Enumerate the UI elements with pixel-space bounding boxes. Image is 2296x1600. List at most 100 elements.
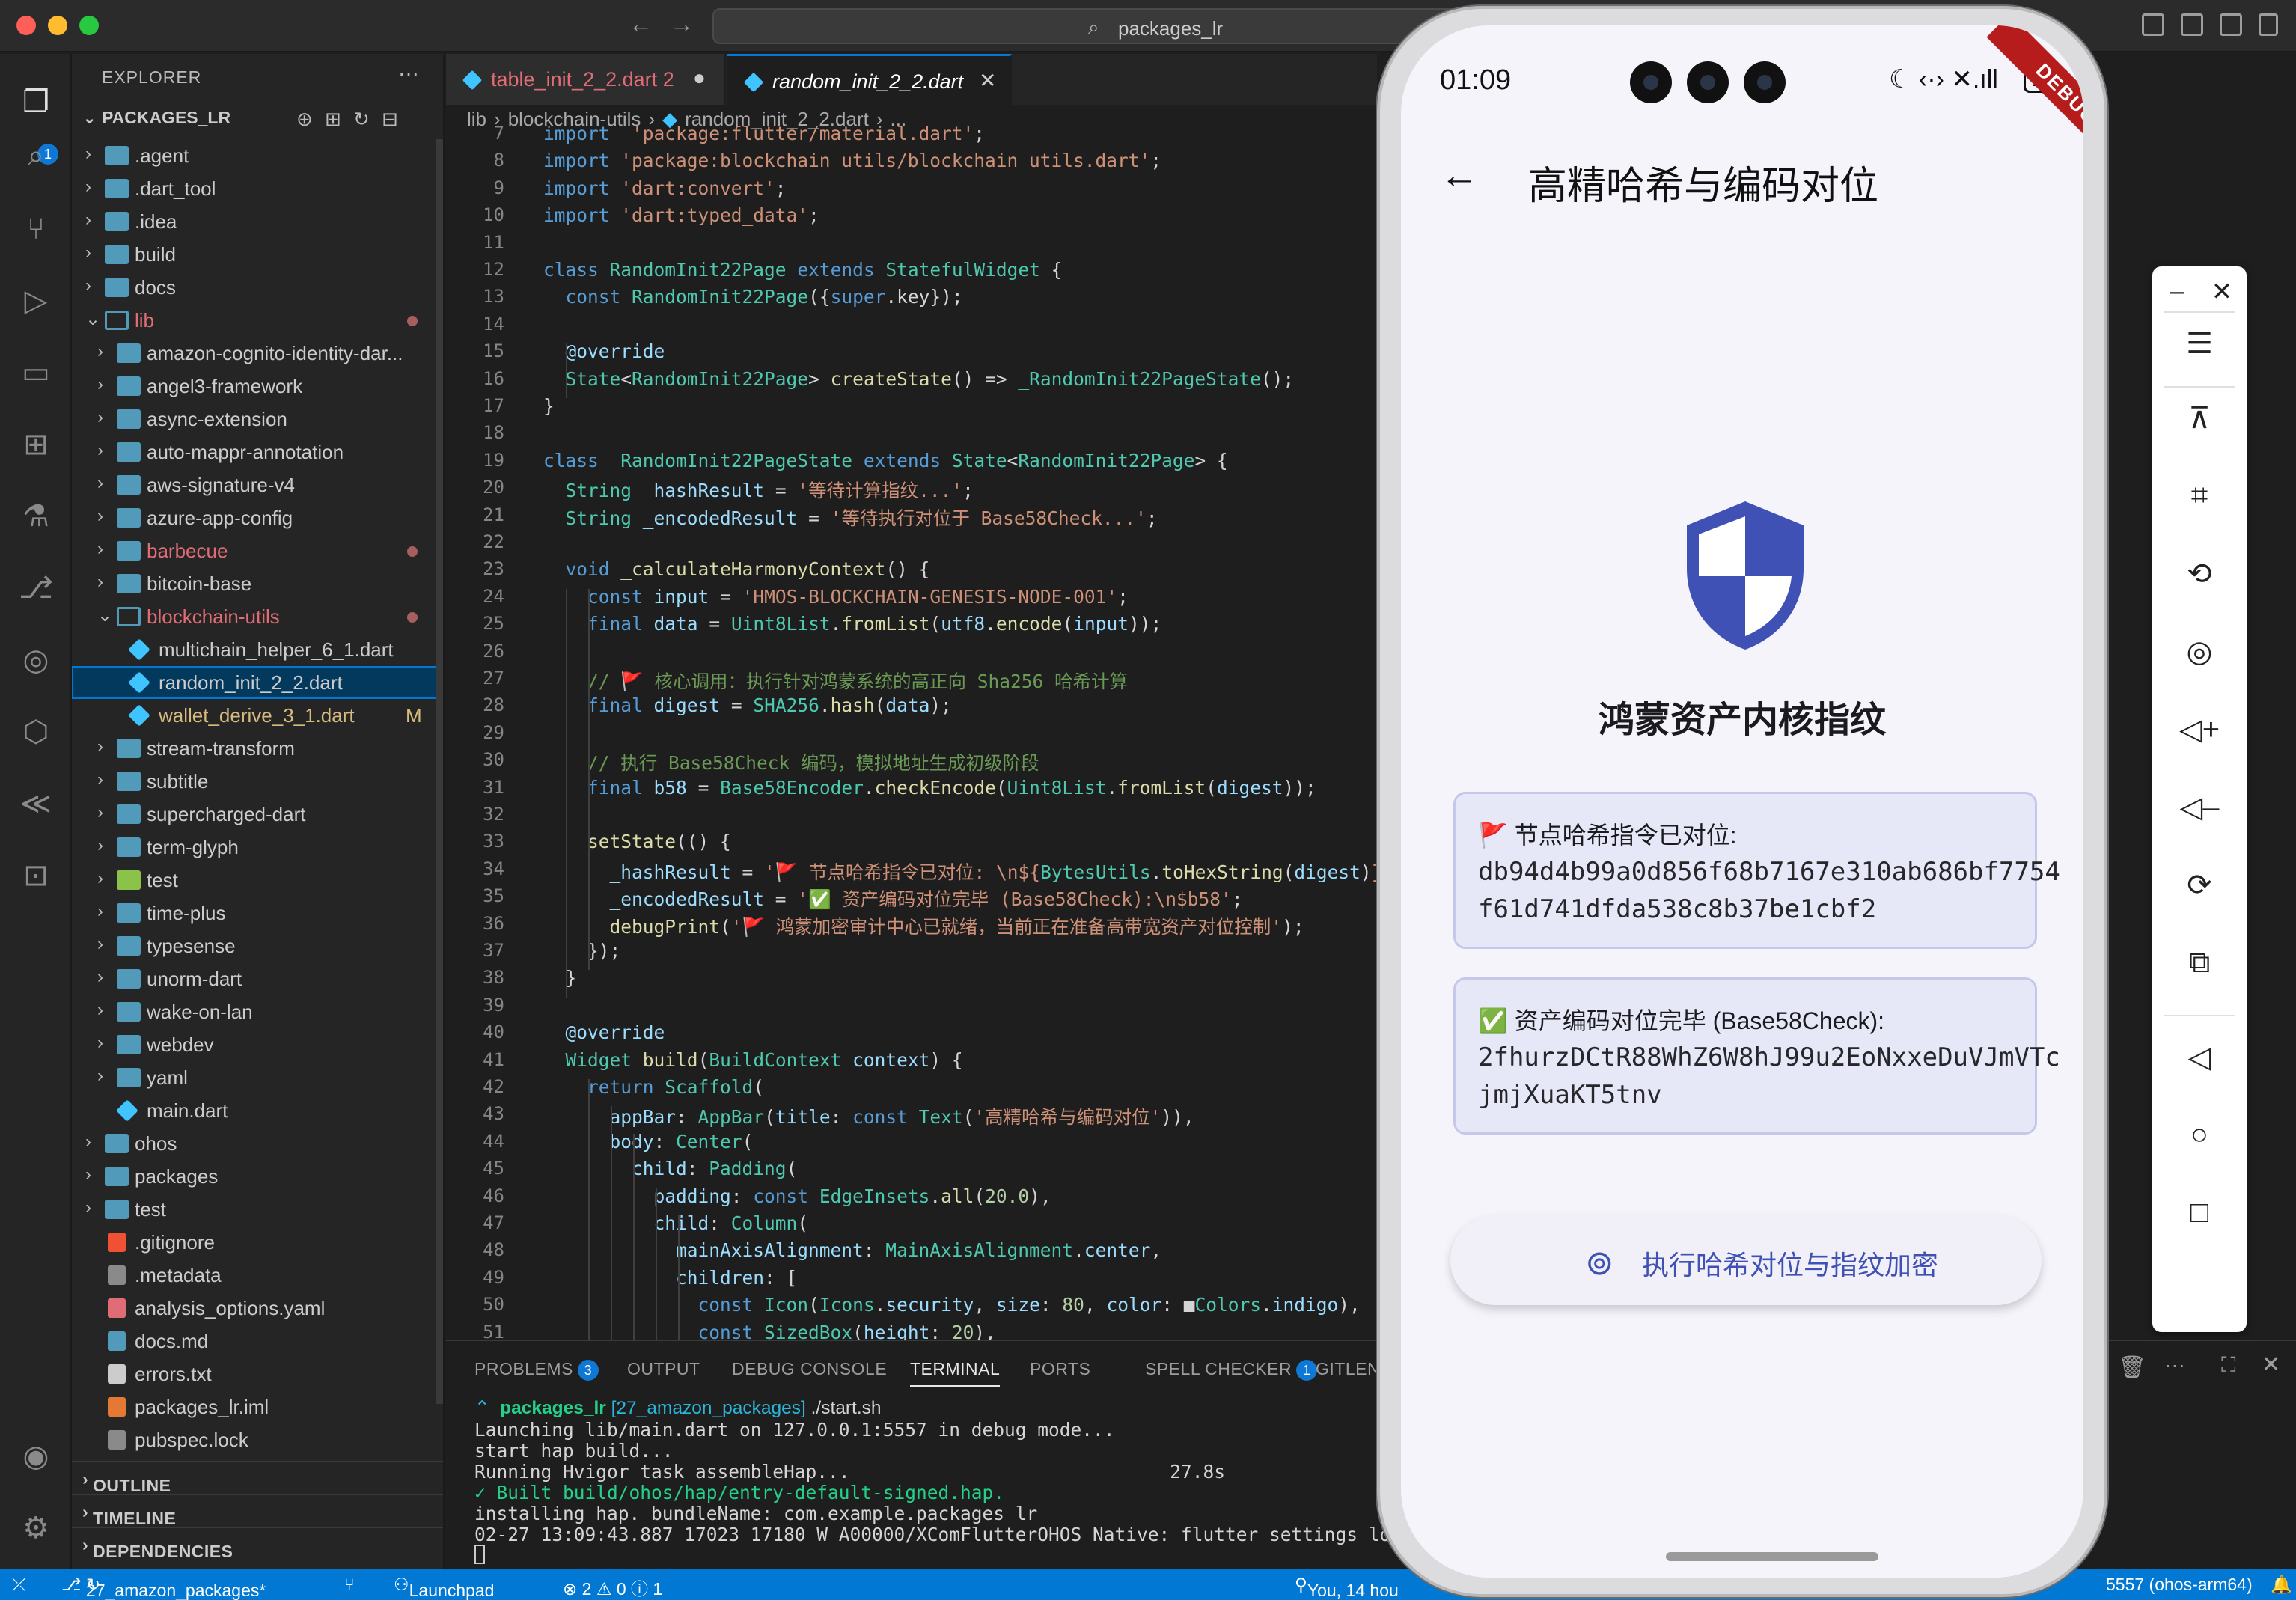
line-number[interactable]: 25	[446, 613, 504, 634]
code-line[interactable]: import 'package:blockchain_utils/blockch…	[543, 150, 1161, 171]
chevron-right-icon[interactable]: ›	[97, 506, 103, 527]
code-line[interactable]: padding: const EdgeInsets.all(20.0),	[543, 1185, 1051, 1207]
remote-icon[interactable]: ⤫	[12, 1575, 25, 1595]
close-icon[interactable]: ✕	[2175, 277, 2269, 307]
launchpad-status[interactable]: ⚇ Launchpad	[394, 1575, 494, 1600]
new-file-icon[interactable]: ⊕	[296, 108, 325, 131]
line-number[interactable]: 7	[446, 123, 504, 144]
tree-item[interactable]: › barbecue	[72, 534, 443, 567]
tree-item[interactable]: › async-extension	[72, 403, 443, 436]
chevron-right-icon[interactable]: ›	[85, 210, 91, 230]
chevron-right-icon[interactable]: ›	[85, 1164, 91, 1185]
tree-item[interactable]: › auto-mappr-annotation	[72, 436, 443, 468]
tree-item[interactable]: › time-plus	[72, 897, 443, 929]
code-line[interactable]: State<RandomInit22Page> createState() =>…	[543, 368, 1295, 390]
device-status[interactable]: 5557 (ohos-arm64)	[2106, 1575, 2253, 1595]
window-minimize-button[interactable]	[48, 16, 67, 35]
line-number[interactable]: 14	[446, 314, 504, 335]
more-actions-icon[interactable]: ···	[2164, 1353, 2185, 1377]
layout-panel-icon[interactable]	[2142, 13, 2164, 36]
chevron-down-icon[interactable]: ⌄	[85, 308, 100, 330]
code-line[interactable]: import 'dart:convert';	[543, 177, 787, 199]
tree-item[interactable]: › build	[72, 238, 443, 271]
line-number[interactable]: 34	[446, 858, 504, 879]
toggle-panel-icon[interactable]	[2220, 13, 2242, 36]
tree-item[interactable]: › bitcoin-base	[72, 567, 443, 600]
arrow-right-icon[interactable]: →	[670, 10, 694, 38]
tree-item[interactable]: › packages	[72, 1160, 443, 1193]
line-number[interactable]: 26	[446, 641, 504, 662]
line-number[interactable]: 29	[446, 722, 504, 743]
tree-item[interactable]: wallet_derive_3_1.dart M	[72, 699, 443, 732]
panel-tab-debug-console[interactable]: DEBUG CONSOLE	[732, 1359, 887, 1379]
rotate-icon[interactable]: ⟲	[2152, 557, 2247, 591]
code-line[interactable]: final data = Uint8List.fromList(utf8.enc…	[543, 613, 1161, 635]
back-triangle-icon[interactable]: ◁	[2152, 1040, 2247, 1075]
panel-tab-problems[interactable]: PROBLEMS 3	[474, 1359, 599, 1381]
explorer-scrollbar[interactable]	[436, 139, 443, 1404]
code-line[interactable]: import 'dart:typed_data';	[543, 204, 819, 226]
back-arrow-icon[interactable]: ←	[1440, 153, 1479, 198]
chevron-right-icon[interactable]: ›	[85, 242, 91, 263]
chevron-right-icon[interactable]: ›	[85, 144, 91, 165]
line-number[interactable]: 16	[446, 368, 504, 389]
tree-item[interactable]: › .idea	[72, 205, 443, 238]
close-panel-icon[interactable]: ✕	[2262, 1352, 2280, 1378]
window-close-button[interactable]	[16, 16, 36, 35]
code-line[interactable]: const Icon(Icons.security, size: 80, col…	[543, 1294, 1361, 1316]
line-number[interactable]: 49	[446, 1267, 504, 1288]
line-number[interactable]: 39	[446, 995, 504, 1016]
volume-down-icon[interactable]: ◁–	[2152, 790, 2247, 825]
tree-item[interactable]: › webdev	[72, 1028, 443, 1061]
outline-section[interactable]: › OUTLINE	[72, 1461, 443, 1495]
problems-status[interactable]: ⊗ 2 ⚠ 0 ⓘ 1	[563, 1575, 662, 1600]
settings-gear-icon[interactable]: ⚙	[18, 1510, 54, 1546]
search-icon[interactable]: ⌕	[18, 138, 54, 174]
tree-item[interactable]: › docs	[72, 271, 443, 304]
line-number[interactable]: 48	[446, 1239, 504, 1260]
gitlens-icon[interactable]: ◎	[18, 642, 54, 678]
line-number[interactable]: 12	[446, 259, 504, 280]
code-line[interactable]: import 'package:flutter/material.dart';	[543, 123, 985, 144]
code-line[interactable]: const input = 'HMOS-BLOCKCHAIN-GENESIS-N…	[543, 586, 1129, 608]
tree-item[interactable]: multichain_helper_6_1.dart	[72, 633, 443, 666]
line-number[interactable]: 36	[446, 913, 504, 934]
containers-icon[interactable]: ⬡	[18, 714, 54, 750]
chevron-right-icon[interactable]: ›	[97, 901, 103, 922]
code-line[interactable]: class RandomInit22Page extends StatefulW…	[543, 259, 1062, 281]
execute-hash-button[interactable]: ⊚ 执行哈希对位与指纹加密	[1450, 1215, 2042, 1305]
tree-item[interactable]: › wake-on-lan	[72, 995, 443, 1028]
tree-item[interactable]: › angel3-framework	[72, 370, 443, 403]
tree-item[interactable]: › azure-app-config	[72, 501, 443, 534]
chevron-right-icon[interactable]: ›	[85, 177, 91, 198]
tree-item[interactable]: › typesense	[72, 929, 443, 962]
chevron-right-icon[interactable]: ›	[97, 1000, 103, 1021]
arrow-left-icon[interactable]: ←	[629, 10, 653, 38]
code-line[interactable]: setState(() {	[543, 831, 731, 852]
toggle-secondary-sidebar-icon[interactable]	[2259, 13, 2278, 36]
tree-item[interactable]: ⌄ blockchain-utils	[72, 600, 443, 633]
tab-table-init[interactable]: table_init_2_2.dart 2 ●	[446, 54, 726, 105]
volume-up-icon[interactable]: ◁+	[2152, 712, 2247, 747]
code-line[interactable]: }	[543, 967, 577, 989]
code-line[interactable]: });	[543, 940, 620, 962]
line-number[interactable]: 46	[446, 1185, 504, 1206]
tree-item[interactable]: ⌄ lib	[72, 304, 443, 337]
chevron-right-icon[interactable]: ›	[97, 407, 103, 428]
screenshot-icon[interactable]: ⧉	[2152, 946, 2247, 980]
code-line[interactable]: String _hashResult = '等待计算指纹...';	[543, 477, 974, 503]
line-number[interactable]: 17	[446, 395, 504, 416]
tree-item[interactable]: errors.txt	[72, 1358, 443, 1390]
notifications-bell-icon[interactable]: 🔔	[2271, 1575, 2292, 1595]
tree-item[interactable]: › ohos	[72, 1127, 443, 1160]
line-number[interactable]: 23	[446, 558, 504, 579]
tree-item[interactable]: › test	[72, 864, 443, 897]
line-number[interactable]: 15	[446, 341, 504, 361]
code-line[interactable]: _encodedResult = '✅ 资产编码对位完毕 (Base58Chec…	[543, 885, 1243, 912]
blame-status[interactable]: ⚲ You, 14 hou	[1295, 1575, 1399, 1600]
home-indicator[interactable]	[1666, 1552, 1878, 1561]
code-line[interactable]: child: Column(	[543, 1212, 809, 1234]
chevron-right-icon[interactable]: ›	[97, 1066, 103, 1087]
code-line[interactable]: }	[543, 395, 555, 417]
recents-square-icon[interactable]: □	[2152, 1196, 2247, 1230]
